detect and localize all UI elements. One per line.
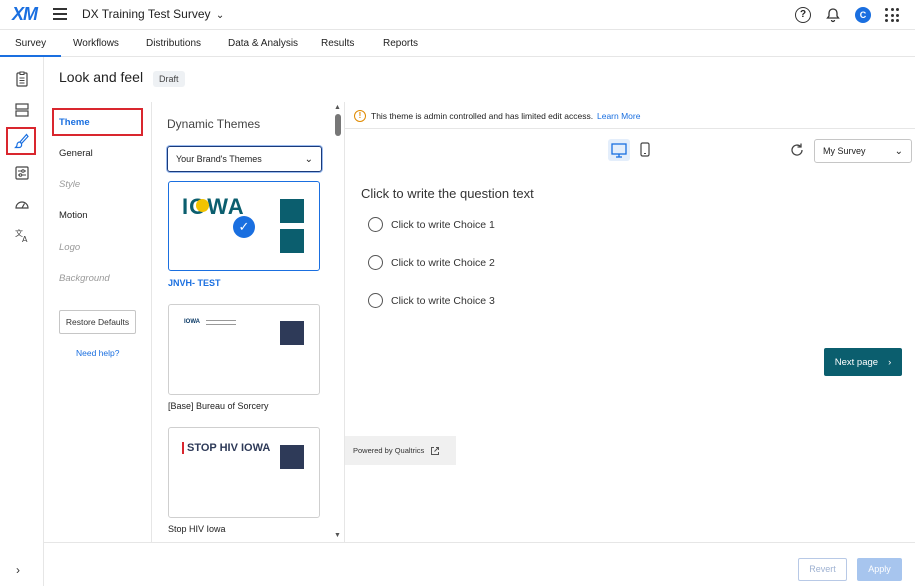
restore-defaults-button[interactable]: Restore Defaults (59, 310, 136, 334)
chevron-right-icon: › (888, 356, 892, 368)
scroll-up-arrow-icon[interactable]: ▲ (334, 104, 341, 111)
subnav-general[interactable]: General (59, 148, 93, 159)
scroll-down-arrow-icon[interactable]: ▼ (334, 532, 341, 539)
brand-themes-select[interactable]: Your Brand's Themes ⌄ (167, 146, 322, 172)
notice-text: This theme is admin controlled and has l… (371, 111, 594, 121)
themes-scrollbar[interactable]: ▲ ▼ (333, 104, 343, 542)
revert-button[interactable]: Revert (798, 558, 847, 581)
next-page-button[interactable]: Next page › (824, 348, 902, 376)
stop-hiv-iowa-logo: STOP HIV IOWA (182, 442, 270, 454)
iowa-logo-sun-icon (196, 199, 209, 212)
apply-button[interactable]: Apply (857, 558, 902, 581)
theme-card-label[interactable]: [Base] Bureau of Sorcery (168, 401, 269, 411)
theme-card-jnvh-test[interactable]: IOWA ✓ (168, 181, 320, 271)
chevron-down-icon: ⌄ (215, 10, 225, 21)
iowa-logo: IOWA (184, 319, 200, 325)
subnav-background: Background (59, 273, 110, 284)
svg-text:A: A (22, 235, 28, 243)
choice-label[interactable]: Click to write Choice 1 (391, 219, 495, 231)
powered-by-label: Powered by Qualtrics (353, 446, 425, 455)
project-title: DX Training Test Survey (82, 7, 211, 21)
theme-card-stop-hiv-iowa[interactable]: STOP HIV IOWA (168, 427, 320, 518)
notifications-bell-icon[interactable] (825, 7, 841, 23)
mobile-icon (640, 142, 650, 157)
choice-option[interactable]: Click to write Choice 1 (368, 217, 495, 232)
choice-label[interactable]: Click to write Choice 3 (391, 295, 495, 307)
selected-check-icon: ✓ (233, 216, 255, 238)
main-tabs: Survey Workflows Distributions Data & An… (0, 30, 915, 57)
chevron-down-icon: ⌄ (304, 153, 313, 165)
menu-icon[interactable] (53, 8, 67, 20)
look-and-feel-brush-icon[interactable] (14, 133, 30, 149)
survey-options-icon[interactable] (14, 165, 30, 181)
radio-button[interactable] (368, 255, 383, 270)
admin-notice-bar: ! This theme is admin controlled and has… (345, 102, 915, 129)
theme-card-label[interactable]: JNVH- TEST (168, 278, 221, 288)
apps-grid-icon[interactable] (885, 8, 899, 22)
chevron-down-icon: ⌄ (894, 145, 903, 157)
left-icon-rail: 文 A › (0, 57, 44, 586)
tab-distributions[interactable]: Distributions (146, 38, 201, 49)
tab-results[interactable]: Results (321, 38, 354, 49)
need-help-link[interactable]: Need help? (76, 348, 119, 358)
mobile-preview-button[interactable] (637, 139, 653, 161)
subnav-theme[interactable]: Theme (59, 117, 90, 128)
logo-subtext-lines (206, 320, 236, 325)
xm-logo[interactable]: XM (12, 4, 38, 25)
powered-by-qualtrics-link[interactable]: Powered by Qualtrics (345, 436, 456, 465)
subnav-logo: Logo (59, 242, 81, 253)
question-text[interactable]: Click to write the question text (361, 186, 534, 201)
subnav-style: Style (59, 179, 81, 190)
survey-select[interactable]: My Survey ⌄ (814, 139, 912, 163)
tab-workflows[interactable]: Workflows (73, 38, 119, 49)
brand-themes-select-value: Your Brand's Themes (176, 154, 262, 164)
look-and-feel-subnav: Theme General Style Motion Logo Backgrou… (44, 102, 152, 542)
theme-card-label[interactable]: Stop HIV Iowa (168, 524, 226, 534)
theme-swatch-primary (280, 321, 304, 345)
external-link-icon (431, 446, 440, 455)
top-header: XM DX Training Test Survey ⌄ ? C (0, 0, 915, 30)
subnav-motion[interactable]: Motion (59, 210, 88, 221)
tab-data-analysis[interactable]: Data & Analysis (228, 38, 298, 49)
themes-title: Dynamic Themes (167, 117, 261, 131)
help-icon[interactable]: ? (795, 7, 811, 23)
dashboard-gauge-icon[interactable] (14, 196, 30, 212)
expand-rail-chevron-icon[interactable]: › (16, 563, 20, 577)
page-title: Look and feel (59, 69, 144, 85)
theme-swatch-primary (280, 445, 304, 469)
theme-swatch-secondary (280, 229, 304, 253)
desktop-icon (611, 143, 627, 158)
user-avatar[interactable]: C (855, 7, 871, 23)
warning-icon: ! (354, 110, 366, 122)
survey-flow-icon[interactable] (14, 71, 30, 87)
theme-card-bureau-of-sorcery[interactable]: IOWA (168, 304, 320, 395)
scroll-thumb[interactable] (335, 114, 341, 136)
project-title-dropdown[interactable]: DX Training Test Survey ⌄ (82, 7, 224, 21)
iowa-logo: IOWA (182, 194, 245, 219)
choice-label[interactable]: Click to write Choice 2 (391, 257, 495, 269)
tab-reports[interactable]: Reports (383, 38, 418, 49)
themes-panel: Dynamic Themes Your Brand's Themes ⌄ IOW… (151, 102, 345, 542)
tab-survey[interactable]: Survey (0, 38, 62, 57)
desktop-preview-button[interactable] (608, 139, 630, 161)
choice-option[interactable]: Click to write Choice 3 (368, 293, 495, 308)
radio-button[interactable] (368, 293, 383, 308)
next-page-label: Next page (834, 356, 879, 368)
radio-button[interactable] (368, 217, 383, 232)
translate-icon[interactable]: 文 A (14, 227, 30, 243)
learn-more-link[interactable]: Learn More (597, 111, 640, 121)
survey-select-value: My Survey (823, 146, 866, 156)
status-badge: Draft (153, 71, 185, 87)
blocks-icon[interactable] (14, 102, 30, 118)
refresh-icon[interactable] (789, 142, 805, 158)
choice-option[interactable]: Click to write Choice 2 (368, 255, 495, 270)
theme-swatch-primary (280, 199, 304, 223)
footer-bar: Revert Apply (44, 542, 915, 586)
